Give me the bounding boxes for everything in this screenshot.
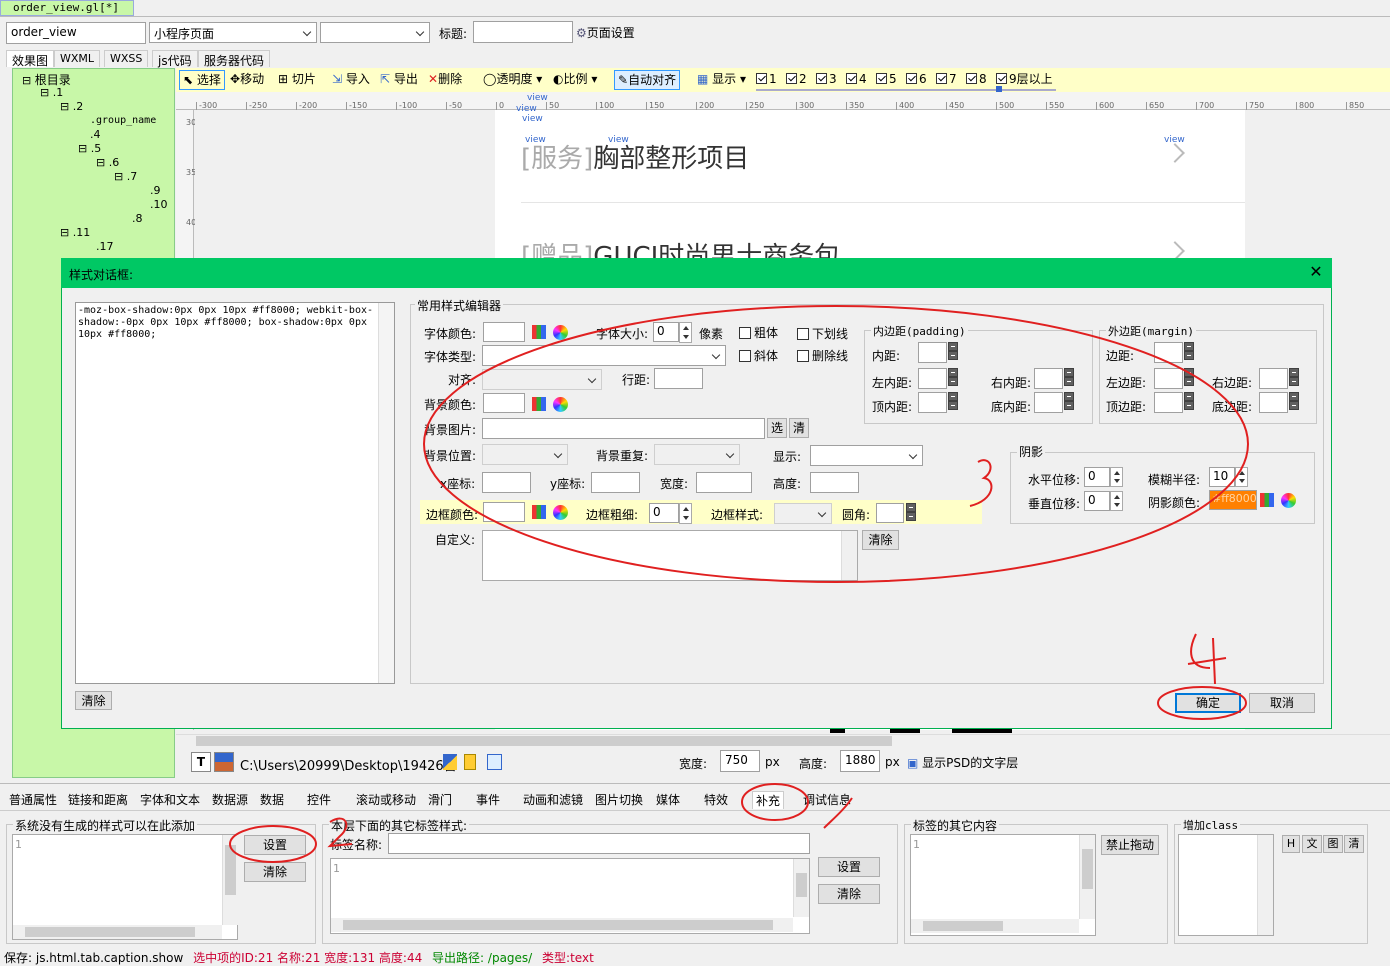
annotation-mark-2 [327, 817, 353, 848]
annotation-ellipse-ok [1157, 686, 1247, 720]
annotation-mark-1 [823, 797, 853, 829]
annotation-ellipse-editor [423, 305, 1249, 583]
annotation-mark-3 [969, 459, 993, 507]
annotation-overlay [229, 305, 1249, 863]
annotation-ellipse-set [229, 825, 317, 863]
annotation-mark-4 [1187, 633, 1227, 685]
annotation-ellipse-tab [741, 783, 809, 821]
